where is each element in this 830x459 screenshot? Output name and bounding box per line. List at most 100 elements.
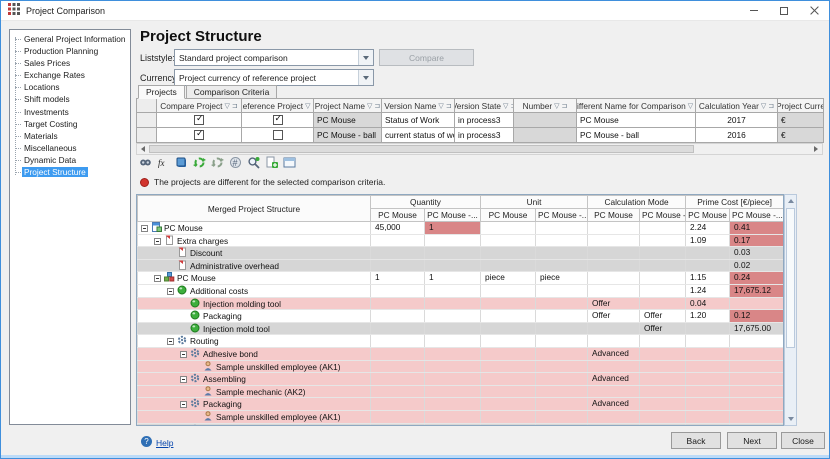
tree-row-pc-mouse[interactable]: PC Mouse11piecepiece1.150.24 xyxy=(138,272,784,285)
pin-icon[interactable]: ⊐ xyxy=(232,102,238,110)
row-selector[interactable] xyxy=(137,113,157,128)
tree-expander-icon[interactable] xyxy=(167,338,174,345)
compare-button[interactable]: Compare xyxy=(379,49,474,66)
subcolumn-header[interactable]: PC Mouse xyxy=(588,209,640,222)
toolbar-hash-circle-button[interactable]: # xyxy=(228,157,243,172)
tree-node-label[interactable]: injection molding xyxy=(138,423,371,426)
column-header-version-state[interactable]: Version State▽⊐ xyxy=(455,99,514,113)
calculation-year-cell[interactable]: 2017 xyxy=(696,113,778,128)
toolbar-refresh-green-button[interactable] xyxy=(192,157,207,172)
column-header-project-name[interactable]: Project Name▽⊐ xyxy=(314,99,382,113)
different-name-cell[interactable]: PC Mouse xyxy=(577,113,696,128)
back-button[interactable]: Back xyxy=(671,432,721,449)
tree-node-label[interactable]: Injection mold tool xyxy=(138,322,371,335)
scroll-left-icon[interactable] xyxy=(137,144,149,154)
pin-icon[interactable]: ⊐ xyxy=(768,102,774,110)
tree-node-label[interactable]: Sample unskilled employee (AK1) xyxy=(138,410,371,423)
close-button[interactable] xyxy=(799,1,829,20)
tree-node-label[interactable]: Extra charges xyxy=(138,234,371,247)
tree-node-label[interactable]: Discount xyxy=(138,247,371,260)
currency-select[interactable]: Project currency of reference project xyxy=(174,69,374,86)
version-state-cell[interactable]: in process3 xyxy=(455,128,514,143)
sidebar-item-miscellaneous[interactable]: Miscellaneous xyxy=(10,142,130,154)
pin-icon[interactable]: ⊐ xyxy=(446,102,452,110)
subcolumn-header[interactable]: PC Mouse -... xyxy=(536,209,588,222)
sidebar-item-locations[interactable]: Locations xyxy=(10,81,130,93)
column-header-different-name-for-comparison[interactable]: Different Name for Comparison▽⊐ xyxy=(577,99,696,113)
subcolumn-header[interactable]: PC Mouse -... xyxy=(640,209,686,222)
tree-node-label[interactable]: Injection molding tool xyxy=(138,297,371,310)
version-name-cell[interactable]: Status of Work xyxy=(382,113,455,128)
toolbar-search-button[interactable] xyxy=(246,157,261,172)
column-header-calculation-year[interactable]: Calculation Year▽⊐ xyxy=(696,99,778,113)
compare-checkbox[interactable] xyxy=(194,115,204,125)
liststyle-select[interactable]: Standard project comparison xyxy=(174,49,374,66)
compare-project-cell[interactable] xyxy=(157,128,242,143)
tree-row-sample-mechanic-ak2[interactable]: Sample mechanic (AK2) xyxy=(138,385,784,398)
vscroll-thumb[interactable] xyxy=(786,208,795,348)
sidebar-item-general-project-information[interactable]: General Project Information xyxy=(10,33,130,45)
tree-row-injection-mold-tool[interactable]: Injection mold toolOffer17,675.00 xyxy=(138,322,784,335)
subcolumn-header[interactable]: PC Mouse xyxy=(481,209,536,222)
reference-project-cell[interactable] xyxy=(242,128,314,143)
column-header-project-curre[interactable]: Project Curre xyxy=(778,99,824,113)
scroll-right-icon[interactable] xyxy=(810,144,822,154)
maximize-button[interactable] xyxy=(769,1,799,20)
tree-row-discount[interactable]: Discount0.03 xyxy=(138,247,784,260)
pin-icon[interactable]: ⊐ xyxy=(562,102,568,110)
sidebar-item-investments[interactable]: Investments xyxy=(10,106,130,118)
sidebar-item-dynamic-data[interactable]: Dynamic Data xyxy=(10,154,130,166)
scroll-down-icon[interactable] xyxy=(785,413,796,425)
minimize-button[interactable] xyxy=(739,1,769,20)
column-header-version-name[interactable]: Version Name▽⊐ xyxy=(382,99,455,113)
tree-expander-icon[interactable] xyxy=(167,288,174,295)
subcolumn-header[interactable]: PC Mouse xyxy=(371,209,425,222)
sidebar-item-sales-prices[interactable]: Sales Prices xyxy=(10,57,130,69)
reference-checkbox[interactable] xyxy=(273,115,283,125)
tree-expander-icon[interactable] xyxy=(154,238,161,245)
sidebar-item-exchange-rates[interactable]: Exchange Rates xyxy=(10,69,130,81)
tree-expander-icon[interactable] xyxy=(154,275,161,282)
hscroll-thumb[interactable] xyxy=(149,145,694,153)
tree-node-label[interactable]: PC Mouse xyxy=(138,272,371,285)
tab-comparison-criteria[interactable]: Comparison Criteria xyxy=(186,85,278,99)
toolbar-notes-button[interactable] xyxy=(174,157,189,172)
compare-project-cell[interactable] xyxy=(157,113,242,128)
next-button[interactable]: Next xyxy=(727,432,777,449)
filter-icon[interactable]: ▽ xyxy=(688,102,693,110)
toolbar-window-layout-button[interactable] xyxy=(282,157,297,172)
tree-row-additional-costs[interactable]: Additional costs1.2417,675.12 xyxy=(138,284,784,297)
version-state-cell[interactable]: in process3 xyxy=(455,113,514,128)
tree-node-label[interactable]: Assembling xyxy=(138,373,371,386)
compare-checkbox[interactable] xyxy=(194,130,204,140)
filter-icon[interactable]: ▽ xyxy=(554,102,559,110)
subcolumn-header[interactable]: PC Mouse xyxy=(686,209,730,222)
toolbar-formula-button[interactable]: fx xyxy=(156,157,171,172)
tree-expander-icon[interactable] xyxy=(180,376,187,383)
help-icon[interactable] xyxy=(141,436,152,447)
filter-icon[interactable]: ▽ xyxy=(503,102,508,110)
filter-icon[interactable]: ▽ xyxy=(438,102,443,110)
scroll-up-icon[interactable] xyxy=(785,195,796,207)
subcolumn-header[interactable]: PC Mouse -... xyxy=(425,209,481,222)
tree-expander-icon[interactable] xyxy=(180,351,187,358)
tree-expander-icon[interactable] xyxy=(180,401,187,408)
tree-row-adhesive-bond[interactable]: Adhesive bondAdvanced xyxy=(138,347,784,360)
filter-icon[interactable]: ▽ xyxy=(305,102,310,110)
tree-node-label[interactable]: Routing xyxy=(138,335,371,348)
subcolumn-header[interactable]: PC Mouse -... xyxy=(730,209,784,222)
tree-node-label[interactable]: Administrative overhead xyxy=(138,259,371,272)
chevron-down-icon[interactable] xyxy=(358,50,373,65)
filter-icon[interactable]: ▽ xyxy=(225,102,230,110)
tree-row-administrative-overhead[interactable]: Administrative overhead0.02 xyxy=(138,259,784,272)
tree-node-label[interactable]: Packaging xyxy=(138,398,371,411)
tree-row-packaging[interactable]: PackagingOfferOffer1.200.12 xyxy=(138,310,784,323)
calculation-year-cell[interactable]: 2016 xyxy=(696,128,778,143)
toolbar-refresh-gray-button[interactable] xyxy=(210,157,225,172)
sidebar-item-target-costing[interactable]: Target Costing xyxy=(10,118,130,130)
tree-node-label[interactable]: Sample unskilled employee (AK1) xyxy=(138,360,371,373)
filter-icon[interactable]: ▽ xyxy=(367,102,372,110)
tree-node-label[interactable]: Additional costs xyxy=(138,284,371,297)
tree-row-injection-molding[interactable]: injection molding xyxy=(138,423,784,426)
close-dialog-button[interactable]: Close xyxy=(781,432,825,449)
